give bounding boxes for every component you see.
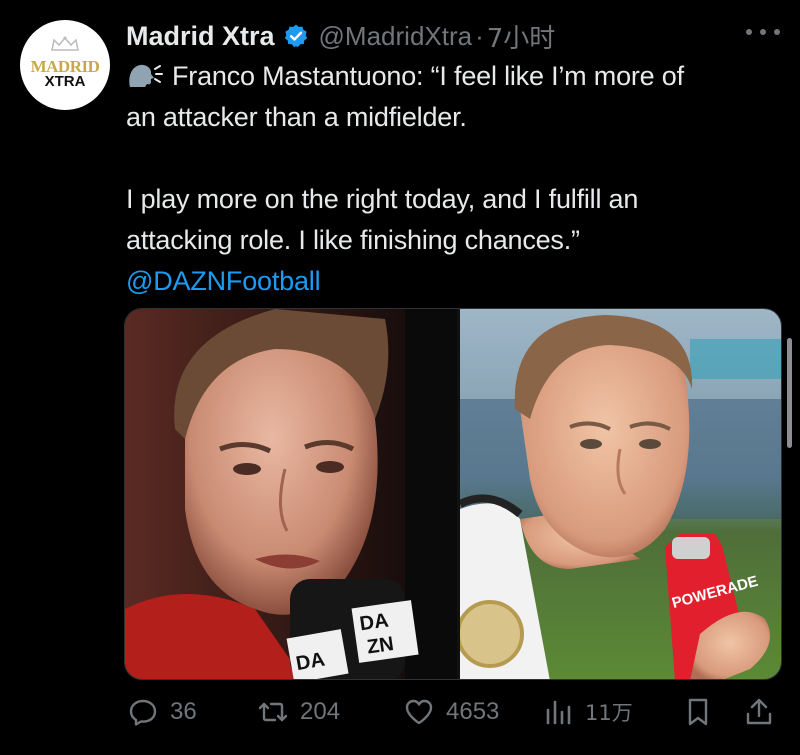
svg-text:DA: DA	[358, 610, 390, 636]
tweet-text-line-1: Franco Mastantuono: “I feel like I’m mor…	[172, 61, 684, 91]
repost-icon	[258, 702, 288, 722]
author-handle[interactable]: @MadridXtra	[319, 21, 473, 52]
views-icon	[546, 700, 571, 725]
action-bar: 36 204 4653 11万	[128, 694, 778, 730]
scrollbar[interactable]	[787, 338, 792, 448]
share-button[interactable]	[744, 694, 774, 730]
timestamp[interactable]: 7小时	[487, 18, 556, 55]
repost-count: 204	[300, 698, 341, 725]
header-separator: ·	[475, 20, 484, 51]
tweet-text-line-3: I play more on the right today, and I fu…	[126, 184, 639, 214]
repost-button[interactable]: 204	[258, 694, 340, 730]
like-count: 4653	[446, 698, 500, 725]
avatar-logo-bottom: XTRA	[44, 73, 86, 90]
speaking-head-icon	[129, 64, 163, 87]
tweet-text-line-2: an attacker than a midfielder.	[126, 102, 467, 132]
reply-button[interactable]: 36	[128, 694, 197, 730]
view-count: 11万	[585, 701, 633, 725]
tweet[interactable]: MADRID XTRA Madrid Xtra @MadridXtra · 7小…	[0, 0, 800, 755]
views-button[interactable]: 11万	[543, 694, 633, 730]
tweet-text-line-4: attacking role. I like finishing chances…	[126, 225, 580, 255]
author-name[interactable]: Madrid Xtra	[126, 21, 275, 52]
media-image-bottle[interactable]: POWERADE	[456, 309, 781, 679]
reply-count: 36	[170, 698, 197, 725]
like-icon	[405, 699, 433, 725]
media-grid[interactable]: DA ZN DA POWERADE	[124, 308, 782, 680]
share-icon	[746, 698, 772, 725]
bottle-photo: POWERADE	[456, 309, 781, 679]
like-button[interactable]: 4653	[404, 694, 499, 730]
bookmark-icon	[688, 698, 708, 726]
tweet-header: Madrid Xtra @MadridXtra · 7小时	[126, 18, 555, 54]
mention-link[interactable]: @DAZNFootball	[126, 261, 786, 302]
verified-badge-icon	[284, 24, 307, 48]
crown-icon	[51, 36, 79, 51]
media-image-interview[interactable]: DA ZN DA	[125, 309, 457, 679]
avatar[interactable]: MADRID XTRA	[20, 20, 110, 110]
more-icon[interactable]	[746, 22, 780, 42]
reply-icon	[129, 699, 157, 726]
tweet-text: Franco Mastantuono: “I feel like I’m mor…	[126, 56, 786, 302]
tweet-text-line: Franco Mastantuono: “I feel like I’m mor…	[126, 56, 786, 97]
bookmark-button[interactable]	[683, 694, 713, 730]
interview-photo: DA ZN DA	[125, 309, 457, 679]
svg-text:ZN: ZN	[366, 633, 395, 658]
